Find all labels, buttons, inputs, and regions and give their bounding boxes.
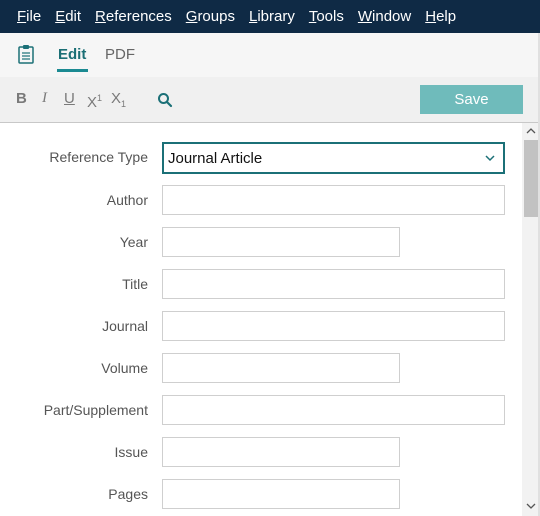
- year-label: Year: [119, 234, 148, 250]
- menu-edit-label: dit: [65, 8, 82, 25]
- reference-type-value: Journal Article: [168, 150, 263, 167]
- underline-button[interactable]: U: [64, 90, 75, 107]
- part-supplement-field[interactable]: [162, 395, 505, 425]
- superscript-mark: 1: [97, 93, 103, 103]
- menu-help[interactable]: Help: [425, 8, 456, 25]
- pages-row: Pages: [0, 479, 522, 511]
- menu-tools[interactable]: Tools: [309, 8, 344, 25]
- tab-edit[interactable]: Edit: [58, 46, 86, 63]
- title-field[interactable]: [162, 269, 505, 299]
- save-button[interactable]: Save: [420, 85, 523, 114]
- menu-file-mnemonic: F: [17, 8, 27, 25]
- menu-window-label: indow: [372, 8, 412, 25]
- search-icon[interactable]: [157, 92, 173, 108]
- menu-groups[interactable]: Groups: [186, 8, 235, 25]
- subscript-button[interactable]: X1: [111, 90, 126, 110]
- pages-field[interactable]: [162, 479, 400, 509]
- clipboard-icon[interactable]: [17, 44, 35, 64]
- italic-button[interactable]: I: [42, 90, 47, 107]
- menu-window-mnemonic: W: [357, 8, 373, 25]
- menu-edit[interactable]: Edit: [55, 8, 81, 25]
- reference-type-label: Reference Type: [49, 149, 148, 165]
- subscript-glyph: X: [111, 90, 122, 107]
- chevron-down-icon: [485, 155, 495, 162]
- issue-label: Issue: [114, 444, 148, 460]
- chevron-down-icon[interactable]: [526, 502, 536, 510]
- issue-row: Issue: [0, 437, 522, 469]
- pages-label: Pages: [108, 486, 148, 502]
- menu-file[interactable]: File: [17, 8, 41, 25]
- title-row: Title: [0, 269, 522, 301]
- author-row: Author: [0, 185, 522, 217]
- menu-library[interactable]: Library: [249, 8, 295, 25]
- menu-window[interactable]: Window: [358, 8, 411, 25]
- year-row: Year: [0, 227, 522, 259]
- reference-type-row: Reference Type Journal Article: [0, 142, 522, 174]
- menu-help-label: elp: [436, 8, 457, 25]
- active-tab-indicator: [57, 69, 88, 72]
- format-toolbar: B I U X1 X1 Save: [0, 77, 540, 123]
- menu-edit-mnemonic: E: [55, 8, 66, 25]
- part-supplement-label: Part/Supplement: [43, 402, 148, 418]
- scrollbar-thumb[interactable]: [524, 140, 538, 217]
- volume-row: Volume: [0, 353, 522, 385]
- superscript-button[interactable]: X1: [87, 90, 102, 111]
- menu-groups-mnemonic: G: [185, 8, 198, 25]
- menu-bar: File Edit References Groups Library Tool…: [0, 0, 540, 33]
- author-label: Author: [106, 192, 148, 208]
- title-label: Title: [122, 276, 148, 292]
- chevron-up-icon[interactable]: [526, 127, 536, 135]
- year-field[interactable]: [162, 227, 400, 257]
- reference-type-select[interactable]: Journal Article: [162, 142, 505, 174]
- menu-references-mnemonic: R: [95, 8, 106, 25]
- journal-row: Journal: [0, 311, 522, 343]
- part-supplement-row: Part/Supplement: [0, 395, 522, 427]
- menu-file-label: ile: [26, 8, 42, 25]
- volume-field[interactable]: [162, 353, 400, 383]
- menu-references[interactable]: References: [95, 8, 172, 25]
- journal-field[interactable]: [162, 311, 505, 341]
- author-field[interactable]: [162, 185, 505, 215]
- superscript-glyph: X: [87, 94, 98, 111]
- menu-references-label: eferences: [105, 8, 172, 25]
- subscript-mark: 1: [121, 99, 127, 109]
- menu-help-mnemonic: H: [425, 8, 437, 25]
- journal-label: Journal: [102, 318, 148, 334]
- menu-groups-label: roups: [197, 8, 235, 25]
- reference-form: Reference Type Journal Article Author Ye…: [0, 123, 522, 516]
- bold-button[interactable]: B: [16, 90, 27, 107]
- tab-pdf[interactable]: PDF: [105, 46, 135, 63]
- menu-tools-label: ools: [316, 8, 344, 25]
- menu-library-label: ibrary: [257, 8, 295, 25]
- volume-label: Volume: [101, 360, 148, 376]
- issue-field[interactable]: [162, 437, 400, 467]
